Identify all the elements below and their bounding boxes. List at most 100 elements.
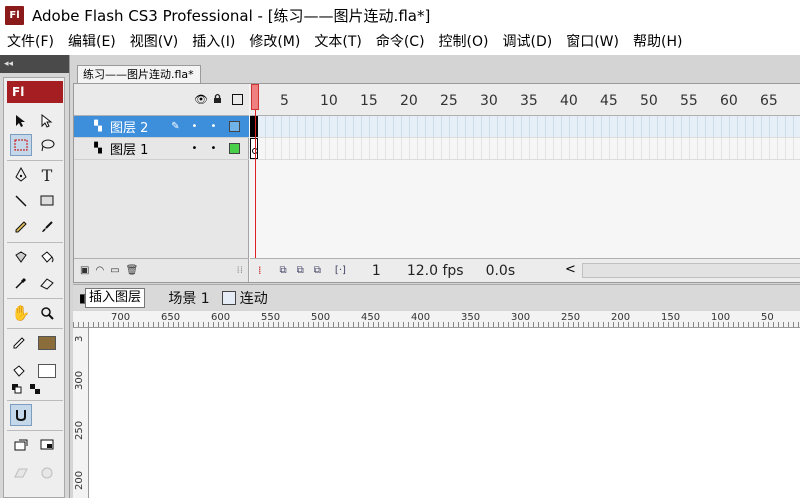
text-tool-icon[interactable]: T (36, 164, 58, 186)
menu-view[interactable]: 视图(V) (123, 30, 186, 55)
paint-bucket-tool-icon[interactable] (36, 246, 58, 268)
frame-number: 25 (440, 93, 458, 109)
straighten-icon[interactable] (36, 434, 58, 456)
menu-debug[interactable]: 调试(D) (496, 30, 560, 55)
frame-number: 35 (520, 93, 538, 109)
ruler-label: 600 (211, 312, 231, 323)
onion-skin-outlines-icon[interactable]: ⧉ (297, 265, 304, 276)
onion-skin-icon[interactable]: ⧉ (280, 265, 287, 276)
document-tab[interactable]: 练习——图片连动.fla* (77, 65, 201, 83)
swap-colors-icon[interactable] (28, 382, 42, 396)
eye-icon[interactable]: 👁 (194, 93, 208, 106)
lock-dot[interactable]: • (204, 143, 223, 154)
zoom-tool-icon[interactable] (36, 302, 58, 324)
frame-row[interactable] (250, 116, 800, 138)
menu-control[interactable]: 控制(O) (432, 30, 496, 55)
modify-onion-markers-icon[interactable]: [·] (335, 265, 346, 276)
menu-window[interactable]: 窗口(W) (559, 30, 626, 55)
center-frame-icon[interactable]: ⁞ (258, 264, 262, 277)
current-frame: 1 (371, 262, 381, 279)
resize-grip-icon[interactable]: ⁞⁞ (237, 265, 243, 276)
toolbox-divider (7, 328, 63, 329)
ruler-label: 50 (761, 312, 774, 323)
selection-tool-icon[interactable] (10, 110, 32, 132)
hand-tool-icon[interactable]: ✋ (10, 302, 32, 324)
ruler-label: 250 (74, 420, 85, 440)
frame-number: 60 (720, 93, 738, 109)
eyedropper-tool-icon[interactable] (10, 272, 32, 294)
scene-breadcrumb[interactable]: 场景 1 (168, 288, 209, 308)
layer-page-icon: ▚ (94, 142, 102, 154)
lock-dot[interactable]: • (204, 121, 223, 132)
toolbox-body: Fl T ✋ (3, 77, 65, 498)
keyframe[interactable] (250, 116, 258, 137)
frame-row[interactable] (250, 138, 800, 160)
fill-color-swatch[interactable] (38, 364, 56, 378)
ruler-label: 250 (561, 312, 581, 323)
menu-insert[interactable]: 插入(I) (185, 30, 242, 55)
toolbox-divider (7, 400, 63, 401)
edit-multiple-frames-icon[interactable]: ⧉ (314, 265, 321, 276)
lock-icon[interactable] (213, 93, 222, 107)
keyframe[interactable] (250, 138, 258, 159)
symbol-breadcrumb[interactable]: 连动 (240, 288, 268, 308)
stroke-color-pencil-icon (8, 332, 30, 354)
menu-commands[interactable]: 命令(C) (369, 30, 432, 55)
subselection-tool-icon[interactable] (36, 110, 58, 132)
insert-folder-icon[interactable]: ▭ (110, 265, 119, 276)
ruler-label: 3 (74, 335, 85, 342)
ruler-label: 200 (74, 470, 85, 490)
black-white-icon[interactable] (10, 382, 24, 396)
timeline-panel: 👁 ▚ 图层 2 ✎ • • ▚ 图层 1 • • ▣ ◠ ▭ 🗑 ⁞⁞ 5 1… (73, 83, 800, 283)
rectangle-tool-icon[interactable] (36, 190, 58, 212)
playhead-line (255, 110, 256, 282)
layer-name: 图层 2 (110, 121, 149, 136)
insert-layer-tooltip: 插入图层 (85, 288, 146, 308)
menu-bar: 文件(F) 编辑(E) 视图(V) 插入(I) 修改(M) 文本(T) 命令(C… (0, 30, 800, 55)
visibility-dot[interactable]: • (185, 143, 204, 154)
menu-modify[interactable]: 修改(M) (242, 30, 307, 55)
layer-row[interactable]: ▚ 图层 2 ✎ • • (74, 116, 249, 138)
frame-number: 55 (680, 93, 698, 109)
toolbox-divider (7, 298, 63, 299)
layer-panel: 👁 ▚ 图层 2 ✎ • • ▚ 图层 1 • • ▣ ◠ ▭ 🗑 ⁞⁞ (74, 84, 249, 282)
timeline-horizontal-scrollbar[interactable] (582, 263, 800, 278)
lasso-tool-icon[interactable] (36, 134, 58, 156)
layer-outline-color[interactable] (229, 121, 240, 132)
eraser-tool-icon[interactable] (36, 272, 58, 294)
pencil-icon: ✎ (171, 121, 180, 132)
visibility-dot[interactable]: • (185, 121, 204, 132)
delete-layer-icon[interactable]: 🗑 (126, 265, 139, 276)
ruler-label: 150 (661, 312, 681, 323)
menu-help[interactable]: 帮助(H) (626, 30, 689, 55)
ink-bottle-tool-icon[interactable] (10, 246, 32, 268)
insert-layer-icon[interactable]: ▣ (80, 265, 89, 276)
frame-number: 20 (400, 93, 418, 109)
ruler-label: 300 (74, 370, 85, 390)
snap-to-objects-icon[interactable] (10, 404, 32, 426)
pen-tool-icon[interactable] (10, 164, 32, 186)
free-transform-tool-icon[interactable] (10, 134, 32, 156)
menu-text[interactable]: 文本(T) (307, 30, 368, 55)
line-tool-icon[interactable] (10, 190, 32, 212)
playhead-handle[interactable] (251, 84, 259, 110)
toolbox-divider (7, 160, 63, 161)
layer-row[interactable]: ▚ 图层 1 • • (74, 138, 249, 160)
menu-file[interactable]: 文件(F) (0, 30, 61, 55)
layer-outline-color[interactable] (229, 143, 240, 154)
ruler-label: 500 (311, 312, 331, 323)
brush-tool-icon[interactable] (36, 216, 58, 238)
ruler-label: 300 (511, 312, 531, 323)
window-title: Adobe Flash CS3 Professional - [练习——图片连动… (32, 6, 431, 25)
menu-edit[interactable]: 编辑(E) (61, 30, 123, 55)
add-motion-guide-icon[interactable]: ◠ (95, 265, 104, 276)
toolbox-badge: Fl (7, 81, 63, 103)
smooth-icon[interactable] (10, 434, 32, 456)
toolbox-collapse-button[interactable]: ◂◂ (0, 55, 69, 73)
outline-toggle-icon[interactable] (232, 94, 243, 105)
horizontal-ruler: 700 650 600 550 500 450 400 350 300 250 … (73, 311, 800, 328)
pencil-tool-icon[interactable] (10, 216, 32, 238)
scroll-left-button[interactable]: < (565, 262, 576, 277)
stage-canvas[interactable] (89, 328, 800, 498)
stroke-color-swatch[interactable] (38, 336, 56, 350)
